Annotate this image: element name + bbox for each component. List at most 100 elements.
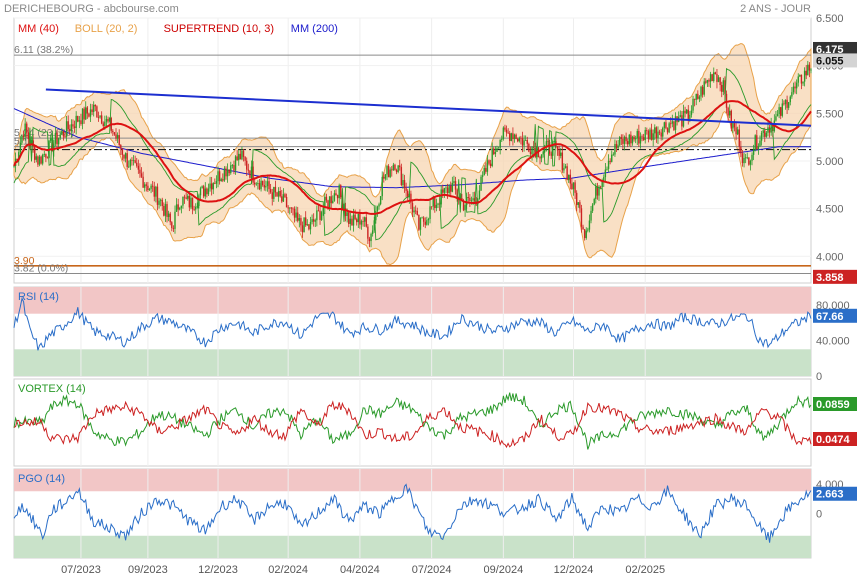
candle-body — [469, 197, 471, 201]
candle-body — [174, 211, 176, 229]
candle-body — [778, 107, 780, 115]
candle-body — [260, 180, 262, 190]
candle-body — [83, 108, 85, 120]
candle-body — [642, 137, 645, 141]
candle-body — [560, 152, 562, 156]
candle-body — [445, 187, 447, 189]
candle-body — [253, 182, 256, 185]
candle-body — [225, 168, 227, 177]
rsi-badge-text: 67.66 — [816, 311, 844, 323]
candle-body — [633, 136, 635, 140]
candle-body — [279, 191, 281, 197]
candle-body — [147, 185, 149, 191]
badge-close-text: 6.055 — [816, 55, 844, 67]
candle-body — [427, 218, 430, 221]
candle-body — [446, 187, 449, 194]
candle-body — [155, 186, 157, 197]
candle-body — [403, 180, 406, 189]
candle-body — [128, 166, 130, 168]
candle-body — [169, 213, 171, 223]
candle-body — [27, 132, 30, 140]
candle-body — [574, 182, 576, 193]
candle-body — [367, 226, 369, 239]
chart-svg: DERICHEBOURG - abcbourse.com 2 ANS - JOU… — [4, 3, 857, 576]
candle-body — [276, 192, 278, 197]
candle-body — [529, 151, 532, 155]
candle-body — [606, 168, 608, 170]
candle-body — [504, 127, 506, 130]
candle-body — [207, 188, 210, 195]
price-ytick-label: 4.000 — [816, 251, 844, 263]
candle-body — [99, 115, 101, 118]
candle-body — [440, 189, 442, 205]
vortex-plus-badge-text: 0.0859 — [816, 399, 850, 411]
candle-body — [478, 190, 481, 199]
candle-body — [524, 140, 527, 141]
candle-body — [601, 181, 603, 187]
candle-body — [210, 183, 213, 190]
candle-body — [649, 129, 651, 140]
candle-body — [751, 154, 753, 161]
candle-body — [481, 175, 484, 177]
candle-body — [153, 186, 155, 197]
candle-body — [486, 160, 489, 172]
candle-body — [333, 193, 336, 201]
candle-body — [244, 156, 246, 161]
candle-body — [116, 135, 119, 139]
candle-body — [740, 146, 742, 154]
candle-body — [668, 123, 670, 133]
candle-body — [666, 128, 669, 133]
candle-body — [21, 135, 23, 143]
candle-body — [405, 188, 407, 191]
candle-body — [692, 98, 694, 111]
candle-body — [191, 197, 194, 210]
candle-body — [767, 127, 769, 133]
candle-body — [376, 206, 379, 211]
candle-body — [488, 160, 490, 164]
candle-body — [518, 137, 520, 142]
candle-body — [107, 118, 109, 122]
candle-body — [67, 121, 69, 129]
candle-body — [662, 127, 664, 137]
candle-body — [701, 86, 704, 95]
candle-body — [783, 103, 785, 105]
candle-body — [400, 167, 403, 185]
candle-body — [615, 143, 618, 149]
candle-body — [784, 99, 787, 105]
candle-body — [414, 210, 417, 212]
candle-body — [97, 117, 100, 118]
candle-body — [757, 146, 760, 150]
candle-body — [340, 185, 342, 198]
candle-body — [379, 196, 382, 205]
candle-body — [132, 160, 135, 162]
candle-body — [362, 221, 364, 222]
candle-body — [591, 204, 594, 211]
candle-body — [494, 151, 497, 155]
candle-body — [714, 72, 717, 75]
candle-body — [733, 123, 736, 128]
candle-body — [88, 113, 90, 117]
candle-body — [681, 115, 683, 127]
candle-body — [496, 148, 498, 152]
candle-body — [80, 120, 82, 125]
legend-item: PGO (14) — [18, 473, 65, 485]
candle-body — [614, 143, 616, 155]
legend-item: BOLL (20, 2) — [75, 23, 138, 35]
candle-body — [292, 208, 294, 210]
candle-body — [220, 179, 222, 182]
candle-body — [413, 210, 415, 213]
candle-body — [658, 131, 661, 133]
candle-body — [628, 134, 630, 145]
candle-body — [708, 79, 710, 82]
candle-body — [335, 193, 337, 196]
candle-body — [775, 116, 777, 121]
candle-body — [735, 127, 737, 135]
candle-body — [78, 120, 81, 122]
candle-body — [336, 195, 339, 199]
candle-body — [810, 69, 812, 71]
candle-body — [646, 130, 648, 132]
candle-body — [746, 157, 748, 159]
candle-body — [434, 198, 436, 209]
candle-body — [89, 109, 92, 117]
candle-body — [40, 156, 42, 164]
